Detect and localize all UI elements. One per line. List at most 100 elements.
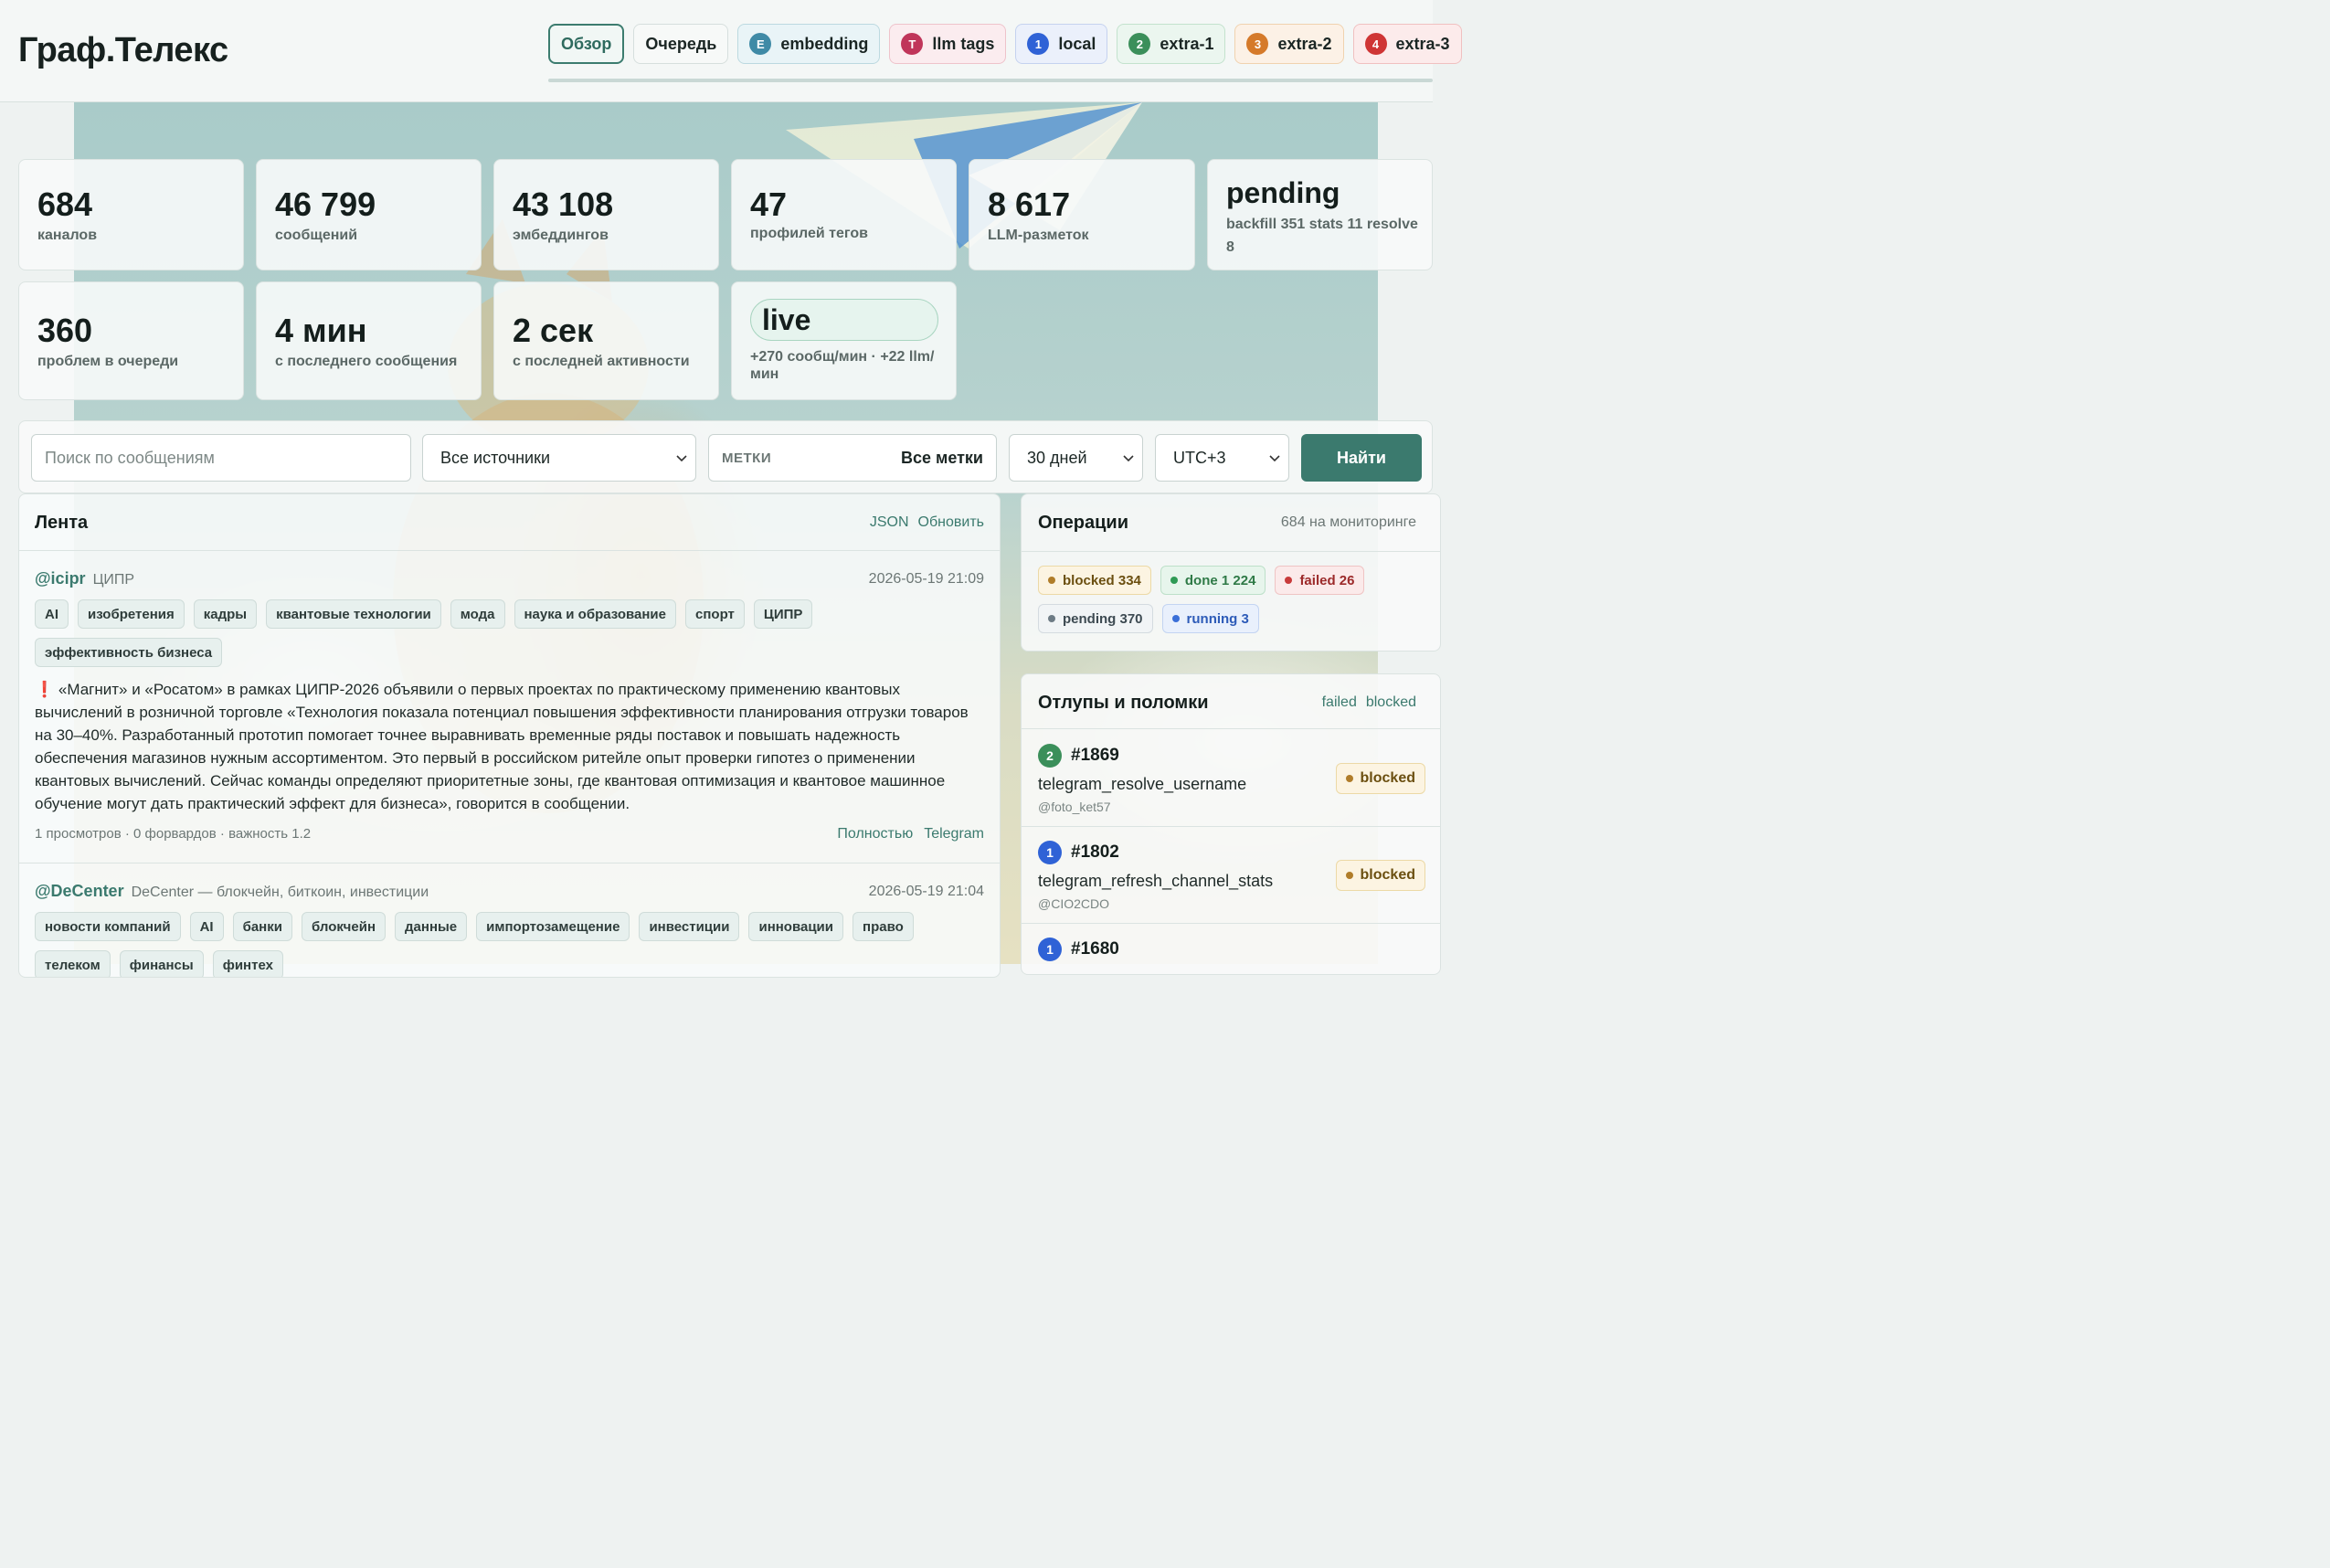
tab-overview[interactable]: Обзор xyxy=(548,24,625,64)
status-chip-blocked[interactable]: blocked 334 xyxy=(1038,566,1151,595)
tag[interactable]: новости компаний xyxy=(35,912,181,941)
failure-status-badge: blocked xyxy=(1335,763,1425,794)
timezone-select[interactable]: UTC+3 xyxy=(1155,434,1289,482)
post-date: 2026-05-19 21:04 xyxy=(868,884,984,899)
failures-panel: Отлупы и поломки failed blocked 2 #1869 t… xyxy=(1021,673,1441,975)
stat-label: с последней активности xyxy=(513,354,690,369)
failure-id: 1 #1680 xyxy=(1038,938,1425,961)
refresh-link[interactable]: Обновить xyxy=(918,514,984,531)
search-input[interactable]: Поиск по сообщениям xyxy=(31,434,411,482)
failure-target: @foto_ket57 xyxy=(1038,800,1111,814)
failure-divider xyxy=(1022,923,1440,924)
tab-embedding[interactable]: Eembedding xyxy=(737,24,881,64)
tag[interactable]: ЦИПР xyxy=(753,599,813,629)
search-button[interactable]: Найти xyxy=(1301,434,1422,482)
tab-queue[interactable]: Очередь xyxy=(633,24,729,64)
tab-llm-tags[interactable]: Tllm tags xyxy=(889,24,1007,64)
status-dot-icon xyxy=(1345,775,1353,782)
stat-pending-breakdown: backfill 351 stats 11 resolve 8 xyxy=(1226,217,1418,255)
tab-extra-2-label: extra-2 xyxy=(1277,34,1332,53)
tag[interactable]: изобретения xyxy=(78,599,185,629)
worker-badge-icon: 1 xyxy=(1038,938,1062,961)
tag[interactable]: инновации xyxy=(748,912,844,941)
post-stats: 1 просмотров · 0 форвардов · важность 1.… xyxy=(35,826,312,842)
top-nav: Обзор Очередь Eembedding Tllm tags 1 loca… xyxy=(548,24,1462,64)
feed-header: Лента JSON Обновить xyxy=(19,494,1000,551)
period-select[interactable]: 30 дней xyxy=(1009,434,1143,482)
period-select-value: 30 дней xyxy=(1027,448,1087,467)
failures-header: Отлупы и поломки failed blocked xyxy=(1022,674,1440,729)
post-tags: AI изобретения кадры квантовые технологи… xyxy=(35,599,857,667)
post-date: 2026-05-19 21:09 xyxy=(868,571,984,587)
stat-value: 4 мин xyxy=(275,312,367,349)
status-chip-pending[interactable]: pending 370 xyxy=(1038,604,1153,633)
status-dot-icon xyxy=(1345,872,1353,879)
extra-3-badge-icon: 4 xyxy=(1364,33,1387,55)
full-link[interactable]: Полностью xyxy=(837,826,913,842)
failures-links: failed blocked xyxy=(1322,694,1416,711)
top-header: Граф.Телекс Обзор Очередь Eembedding Tll… xyxy=(0,0,1462,102)
tag[interactable]: AI xyxy=(189,912,224,941)
tag[interactable]: квантовые технологии xyxy=(266,599,441,629)
tags-select[interactable]: МЕТКИ Все метки xyxy=(708,434,997,482)
stat-label: с последнего сообщения xyxy=(275,354,458,369)
tag[interactable]: блокчейн xyxy=(301,912,387,941)
failure-number: #1869 xyxy=(1071,746,1119,765)
stat-label: сообщений xyxy=(275,228,358,243)
failed-filter-link[interactable]: failed xyxy=(1322,694,1357,711)
stat-pending: pending backfill 351 stats 11 resolve 8 xyxy=(1207,159,1433,270)
tag[interactable]: инвестиции xyxy=(639,912,740,941)
tag[interactable]: спорт xyxy=(685,599,745,629)
chip-label: blocked 334 xyxy=(1063,572,1141,588)
tab-local[interactable]: 1 local xyxy=(1015,24,1108,64)
feed-post: @DeCenter DeCenter — блокчейн, биткоин, и… xyxy=(35,882,984,977)
status-chip-running[interactable]: running 3 xyxy=(1161,604,1259,633)
worker-badge-icon: 2 xyxy=(1038,744,1062,768)
tag[interactable]: наука и образование xyxy=(514,599,677,629)
post-body: ❗ «Магнит» и «Росатом» в рамках ЦИПР-202… xyxy=(35,678,985,815)
failure-number: #1802 xyxy=(1071,842,1119,862)
blocked-filter-link[interactable]: blocked xyxy=(1366,694,1416,711)
tag[interactable]: кадры xyxy=(193,599,258,629)
tag[interactable]: финтех xyxy=(212,950,283,977)
tag[interactable]: эффективность бизнеса xyxy=(35,638,223,667)
post-meta: 1 просмотров · 0 форвардов · важность 1.… xyxy=(35,826,984,842)
post-author[interactable]: @icipr xyxy=(35,569,86,588)
failure-number: #1680 xyxy=(1071,939,1119,959)
failures-title: Отлупы и поломки xyxy=(1038,693,1209,713)
failure-item[interactable]: 1 #1680 xyxy=(1038,938,1425,961)
tab-extra-3[interactable]: 4 extra-3 xyxy=(1352,24,1462,64)
tab-extra-2[interactable]: 3 extra-2 xyxy=(1234,24,1344,64)
tab-extra-1[interactable]: 2 extra-1 xyxy=(1117,24,1226,64)
status-dot-icon xyxy=(1285,577,1293,584)
chip-label: running 3 xyxy=(1186,610,1249,627)
live-rate: +270 сообщ/мин · +22 llm/мин xyxy=(750,349,935,382)
tag[interactable]: банки xyxy=(232,912,292,941)
tag[interactable]: телеком xyxy=(35,950,111,977)
nav-underline xyxy=(548,79,1433,82)
search-filters: Поиск по сообщениям Все источники МЕТКИ … xyxy=(18,420,1433,493)
status-chip-failed[interactable]: failed 26 xyxy=(1275,566,1365,595)
tag[interactable]: мода xyxy=(450,599,505,629)
status-dot-icon xyxy=(1171,615,1180,622)
status-chip-done[interactable]: done 1 224 xyxy=(1160,566,1266,595)
post-author[interactable]: @DeCenter xyxy=(35,882,124,900)
source-select[interactable]: Все источники xyxy=(422,434,696,482)
tab-llm-tags-label: llm tags xyxy=(932,34,995,53)
tag[interactable]: данные xyxy=(395,912,468,941)
stat-value: 8 617 xyxy=(988,185,1071,223)
tag[interactable]: финансы xyxy=(119,950,204,977)
chip-label: done 1 224 xyxy=(1184,572,1256,588)
llm-tags-badge-icon: T xyxy=(901,33,924,55)
tag[interactable]: право xyxy=(853,912,914,941)
post-actions: Полностью Telegram xyxy=(837,826,984,842)
telegram-link[interactable]: Telegram xyxy=(924,826,984,842)
stat-value: 47 xyxy=(750,185,788,223)
tag[interactable]: AI xyxy=(35,599,69,629)
feed-panel: Лента JSON Обновить @icipr ЦИПР 2026-05-1… xyxy=(18,493,1001,978)
operations-divider xyxy=(1022,551,1440,552)
embedding-badge-icon: E xyxy=(749,33,772,55)
tab-queue-label: Очередь xyxy=(645,34,717,53)
json-link[interactable]: JSON xyxy=(870,514,909,531)
tag[interactable]: импортозамещение xyxy=(476,912,630,941)
